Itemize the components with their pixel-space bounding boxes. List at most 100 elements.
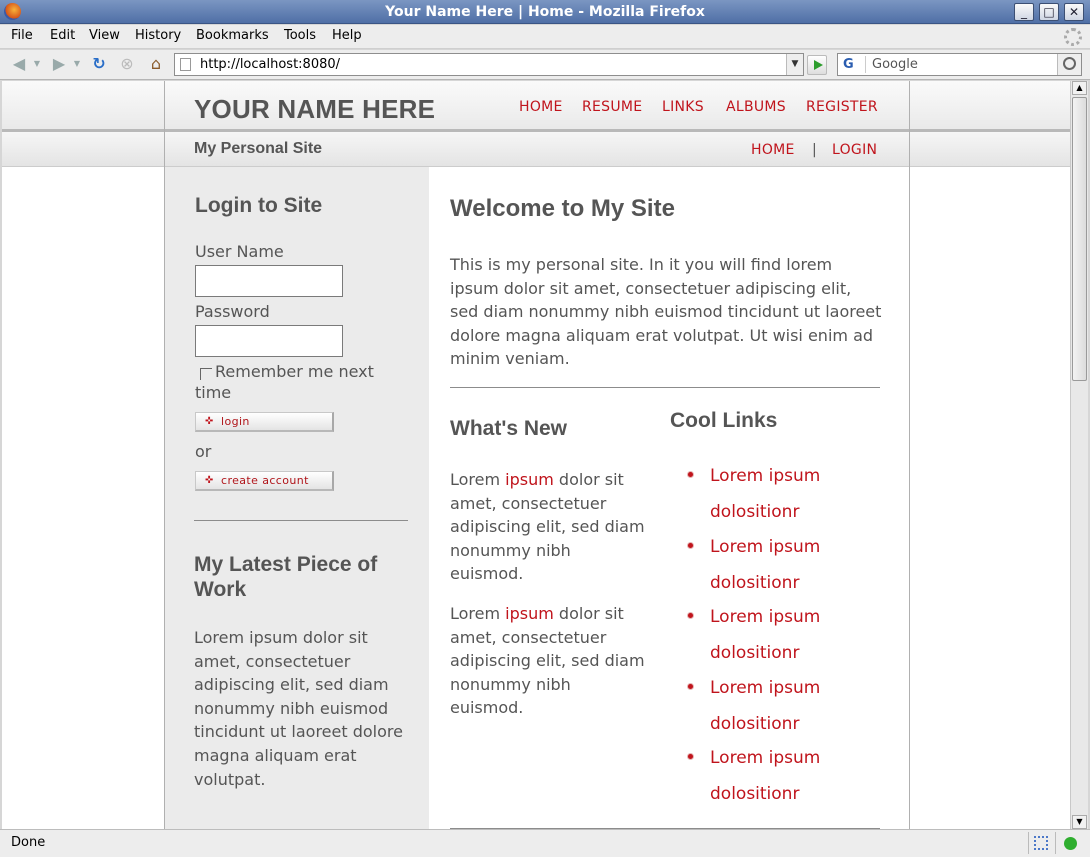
menu-edit[interactable]: Edit (50, 28, 75, 43)
back-icon[interactable]: ◀ (8, 55, 30, 75)
menu-view[interactable]: View (89, 28, 120, 43)
url-text[interactable]: http://localhost:8080/ (200, 57, 340, 72)
minimize-button[interactable]: _ (1014, 3, 1034, 21)
cool-link-text[interactable]: Lorem ipsum (710, 466, 820, 486)
window-title: Your Name Here | Home - Mozilla Firefox (385, 4, 705, 20)
status-bar: Done (0, 829, 1090, 857)
menu-file[interactable]: File (11, 28, 33, 43)
cool-link[interactable]: Lorem ipsum dolositionr (688, 530, 880, 601)
remember-label: Remember me next (215, 362, 374, 381)
cool-link-text[interactable]: dolositionr (710, 784, 799, 804)
create-account-button[interactable]: ✜ create account (195, 471, 334, 491)
bullet-icon (688, 684, 693, 689)
search-box[interactable]: G Google (837, 53, 1082, 76)
remember-label-cont: time (195, 383, 232, 402)
news-link[interactable]: ipsum (505, 604, 554, 623)
arrow-icon: ✜ (205, 416, 214, 427)
news-text: Lorem (450, 470, 506, 489)
whats-new-heading: What's New (450, 417, 568, 440)
news-link[interactable]: ipsum (505, 470, 554, 489)
status-panel (1055, 832, 1085, 854)
menu-history[interactable]: History (135, 28, 181, 43)
window-titlebar: Your Name Here | Home - Mozilla Firefox … (0, 0, 1090, 24)
back-dropdown-icon[interactable]: ▼ (32, 55, 42, 75)
cool-link-text[interactable]: Lorem ipsum (710, 537, 820, 557)
throbber-icon (1064, 28, 1082, 46)
go-button[interactable] (807, 55, 827, 75)
close-button[interactable]: ✕ (1064, 3, 1084, 21)
nav-home[interactable]: HOME (519, 99, 563, 115)
menu-tools[interactable]: Tools (284, 28, 316, 43)
nav-albums[interactable]: ALBUMS (726, 99, 786, 115)
scroll-up-icon[interactable]: ▲ (1072, 81, 1087, 95)
login-button[interactable]: ✜ login (195, 412, 334, 432)
menu-help[interactable]: Help (332, 28, 362, 43)
home-icon[interactable]: ⌂ (145, 55, 167, 75)
welcome-heading: Welcome to My Site (450, 195, 675, 222)
nav-links[interactable]: LINKS (662, 99, 704, 115)
password-label: Password (195, 302, 270, 321)
forward-icon[interactable]: ▶ (48, 55, 70, 75)
cool-link[interactable]: Lorem ipsum dolositionr (688, 671, 880, 742)
latest-work-text: Lorem ipsum dolor sit amet, consectetuer… (194, 628, 403, 789)
login-heading: Login to Site (195, 194, 323, 217)
status-panel (1028, 832, 1052, 854)
cool-link-text[interactable]: Lorem ipsum (710, 678, 820, 698)
address-bar[interactable]: http://localhost:8080/ ▼ (174, 53, 804, 76)
password-field[interactable] (195, 325, 343, 357)
cool-links-heading: Cool Links (670, 409, 778, 432)
subnav-home[interactable]: HOME (751, 142, 795, 158)
search-icon[interactable] (1057, 54, 1081, 75)
menu-bookmarks[interactable]: Bookmarks (196, 28, 269, 43)
username-label: User Name (195, 242, 284, 261)
url-dropdown-icon[interactable]: ▼ (786, 54, 803, 75)
latest-work-heading: My Latest Piece of Work (194, 552, 377, 602)
status-text: Done (11, 835, 46, 850)
remember-checkbox[interactable] (200, 368, 212, 380)
latest-heading-line2: Work (194, 578, 247, 601)
nav-resume[interactable]: RESUME (582, 99, 642, 115)
news-text: Lorem (450, 604, 506, 623)
bullet-icon (688, 613, 693, 618)
latest-heading-line1: My Latest Piece of (194, 553, 378, 576)
scroll-down-icon[interactable]: ▼ (1072, 815, 1087, 829)
layout-border-right (909, 81, 910, 829)
search-input[interactable]: Google (872, 57, 918, 72)
login-button-label: login (221, 415, 250, 428)
stop-icon[interactable]: ⊗ (116, 55, 138, 75)
site-logo[interactable]: YOUR NAME HERE (194, 94, 435, 125)
cool-link-text[interactable]: dolositionr (710, 643, 799, 663)
cool-link-text[interactable]: Lorem ipsum (710, 748, 820, 768)
nav-register[interactable]: REGISTER (806, 99, 878, 115)
news-item: Lorem ipsum dolor sit amet, consectetuer… (450, 602, 648, 720)
layout-border-left (164, 81, 165, 829)
bullet-icon (688, 754, 693, 759)
cool-link[interactable]: Lorem ipsum dolositionr (688, 459, 880, 530)
cool-link-text[interactable]: dolositionr (710, 502, 799, 522)
cool-link-text[interactable]: dolositionr (710, 714, 799, 734)
cool-link-text[interactable]: dolositionr (710, 573, 799, 593)
search-engine-icon[interactable]: G (840, 56, 866, 73)
cool-link-text[interactable]: Lorem ipsum (710, 607, 820, 627)
forward-dropdown-icon[interactable]: ▼ (72, 55, 82, 75)
username-field[interactable] (195, 265, 343, 297)
reload-icon[interactable]: ↻ (88, 55, 110, 75)
cool-link[interactable]: Lorem ipsum dolositionr (688, 741, 880, 812)
menu-bar: File Edit View History Bookmarks Tools H… (0, 25, 1090, 49)
page-icon (180, 58, 191, 71)
bullet-icon (688, 543, 693, 548)
subnav-login[interactable]: LOGIN (832, 142, 877, 158)
create-account-label: create account (221, 474, 309, 487)
or-text: or (195, 442, 212, 461)
sidebar-divider (194, 520, 408, 521)
site-tagline: My Personal Site (194, 140, 323, 157)
arrow-icon: ✜ (205, 475, 214, 486)
welcome-text: This is my personal site. In it you will… (450, 255, 882, 369)
subnav-separator: | (812, 142, 817, 158)
vertical-scrollbar[interactable]: ▲ ▼ (1070, 81, 1088, 829)
scroll-thumb[interactable] (1072, 97, 1087, 381)
cool-link[interactable]: Lorem ipsum dolositionr (688, 600, 880, 671)
page-viewport: YOUR NAME HERE HOME RESUME LINKS ALBUMS … (2, 81, 1070, 829)
main-divider (450, 387, 880, 388)
maximize-button[interactable]: □ (1039, 3, 1059, 21)
